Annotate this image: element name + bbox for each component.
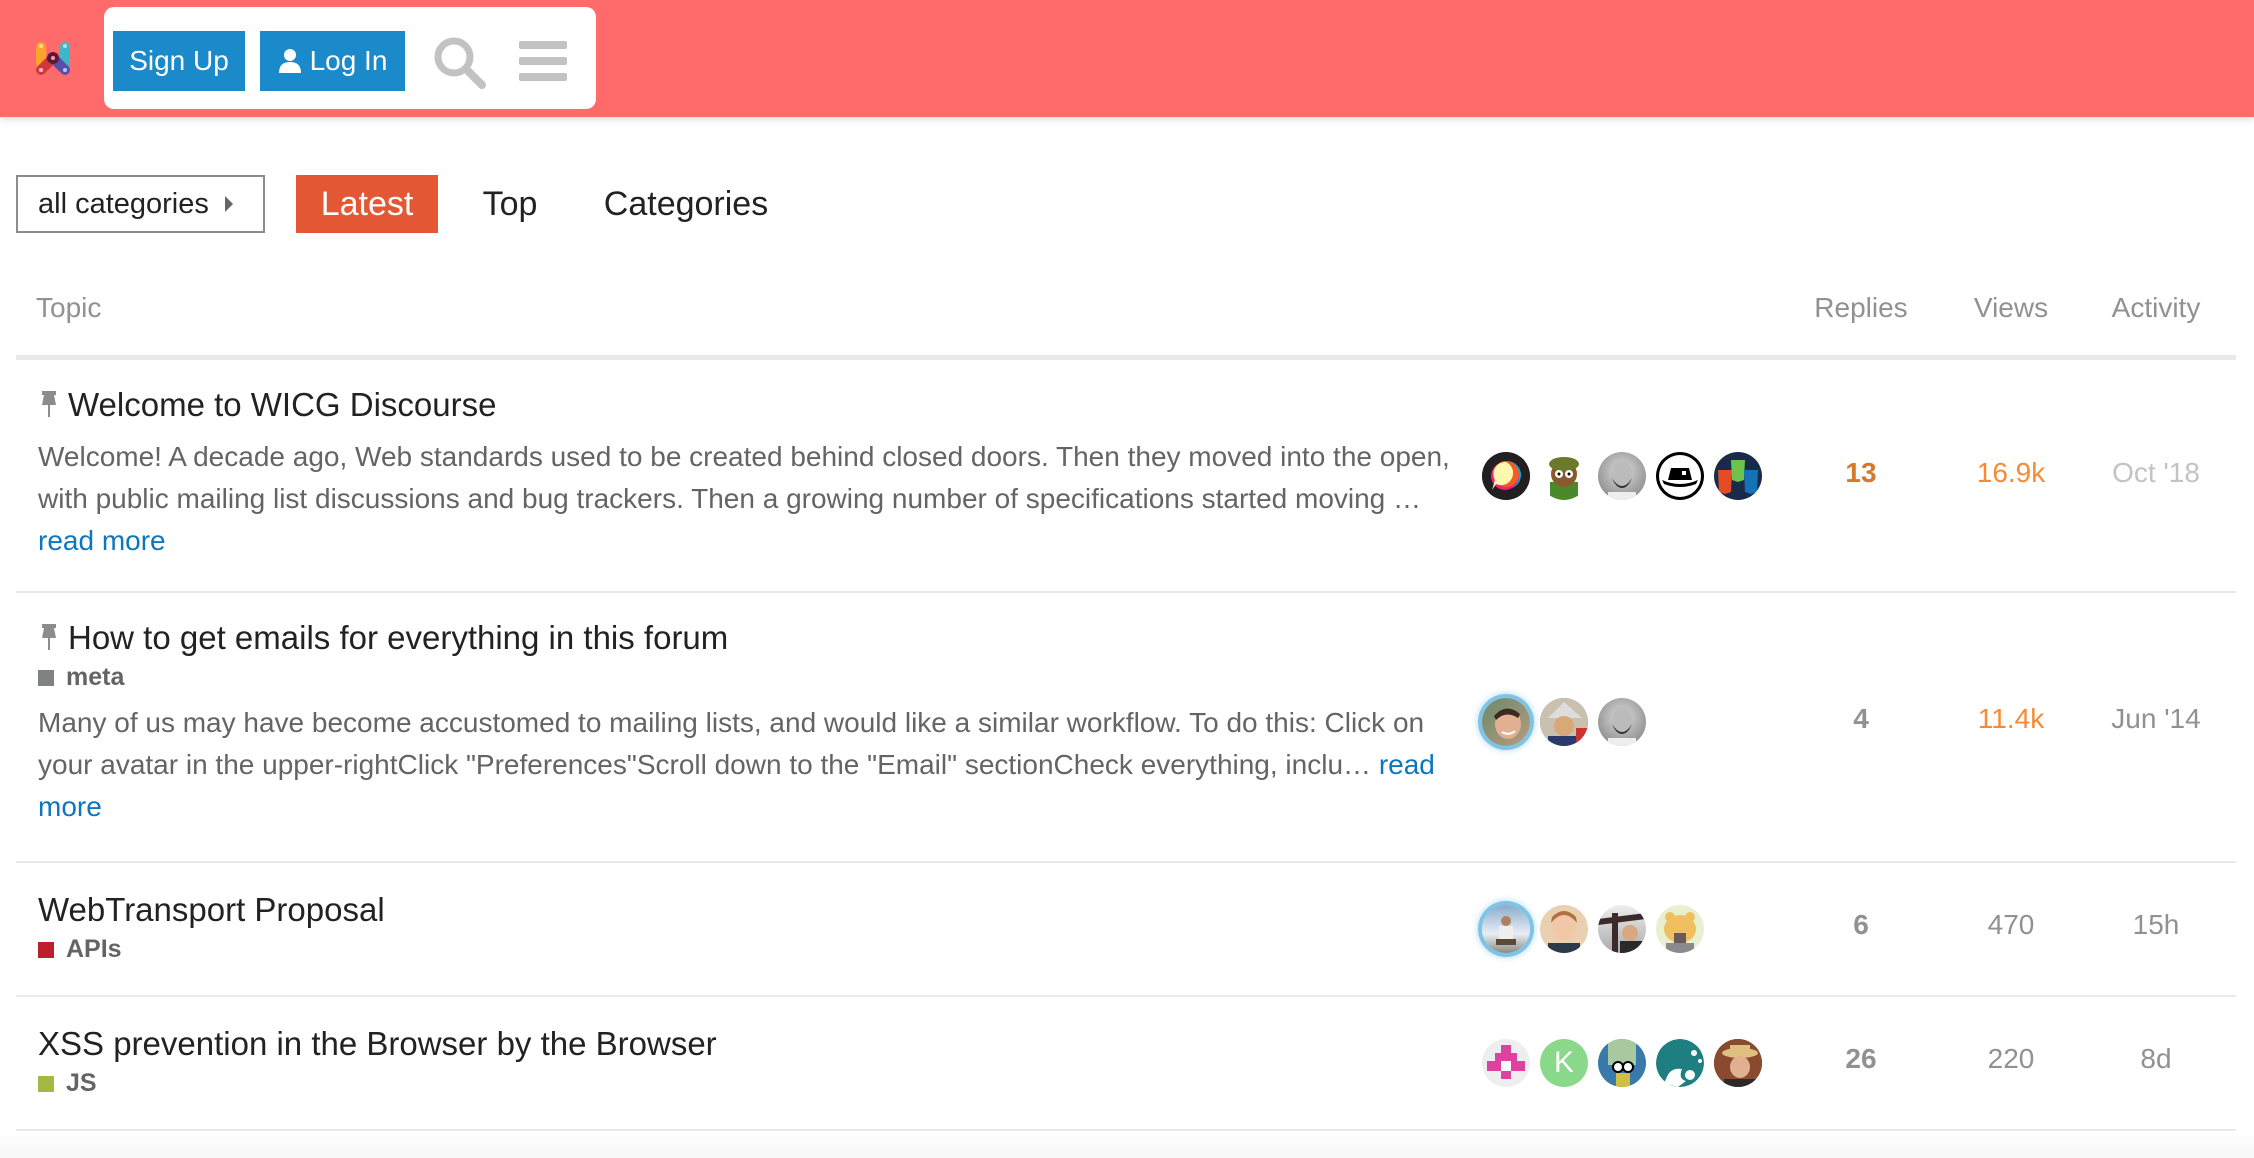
column-header-views[interactable]: Views [1970,292,2052,324]
topic-title-link[interactable]: WebTransport Proposal [38,891,385,929]
foil-hat-avatar[interactable] [1540,698,1588,746]
posters-list [1482,905,1704,953]
replies-count[interactable]: 4 [1810,703,1912,735]
replies-count[interactable]: 26 [1810,1043,1912,1075]
topic-title: XSS prevention in the Browser by the Bro… [38,1025,717,1062]
category-name: meta [66,663,125,691]
topic-title: WebTransport Proposal [38,891,385,928]
sign-up-label: Sign Up [129,45,229,76]
category-dropdown[interactable]: all categories [16,175,265,233]
hamburger-menu-icon[interactable] [519,39,567,83]
topic-row: XSS prevention in the Browser by the Bro… [16,997,2236,1131]
topic-title: Welcome to WICG Discourse [68,386,497,423]
posters-list: K [1482,1039,1762,1087]
tab-top[interactable]: Top [470,175,550,233]
hat-avatar[interactable] [1656,452,1704,500]
replies-count[interactable]: 13 [1810,457,1912,489]
topic-title-link[interactable]: How to get emails for everything in this… [38,619,1458,657]
topic-excerpt: Many of us may have become accustomed to… [38,702,1458,828]
bearded-man-avatar[interactable] [1598,452,1646,500]
loading-fade [0,1132,2254,1158]
views-count: 470 [1987,909,2035,940]
category-badge-meta[interactable]: meta [38,663,1458,692]
category-name: JS [66,1069,97,1097]
posters-list [1482,452,1762,500]
pin-icon [42,391,56,417]
read-more-link[interactable]: read more [38,525,166,556]
log-in-label: Log In [309,45,388,76]
category-name: APIs [66,935,122,963]
excerpt-text: Welcome! A decade ago, Web standards use… [38,441,1450,514]
category-badge-js[interactable]: JS [38,1069,717,1098]
column-header-topic: Topic [36,292,102,323]
sign-up-button[interactable]: Sign Up [113,31,245,91]
html-js-css-avatar[interactable] [1714,452,1762,500]
views-count: 220 [1987,1043,2035,1074]
mountain-man-avatar[interactable] [1482,905,1530,953]
discourse-logo-avatar[interactable] [1482,452,1530,500]
site-header: Sign Up Log In [0,0,2254,117]
wicg-logo[interactable] [34,40,72,78]
avatar-letter: K [1553,1046,1574,1079]
column-header-replies[interactable]: Replies [1810,292,1912,324]
column-header-activity[interactable]: Activity [2108,292,2204,324]
activity-date[interactable]: 8d [2108,1043,2204,1075]
category-color-square [38,941,54,958]
search-icon[interactable] [432,35,488,91]
category-dropdown-label: all categories [38,187,209,220]
category-color-square [38,669,54,686]
log-in-button[interactable]: Log In [260,31,405,91]
caret-right-icon [224,196,233,212]
cartoon-glasses-avatar[interactable] [1598,1039,1646,1087]
activity-date[interactable]: 15h [2108,909,2204,941]
tab-latest[interactable]: Latest [296,175,438,233]
views-count: 11.4k [1977,703,2045,734]
activity-date[interactable]: Oct '18 [2108,457,2204,489]
topic-excerpt: Welcome! A decade ago, Web standards use… [38,436,1458,562]
replies-count[interactable]: 6 [1810,909,1912,941]
excerpt-text: Many of us may have become accustomed to… [38,707,1425,780]
topic-row: WebTransport Proposal APIs 6 470 15h [16,863,2236,997]
letter-k-avatar[interactable]: K [1540,1039,1588,1087]
hat-man-avatar[interactable] [1714,1039,1762,1087]
posters-list [1482,698,1646,746]
topic-row: Welcome to WICG Discourse Welcome! A dec… [16,360,2236,593]
tab-categories[interactable]: Categories [586,175,786,233]
activity-date[interactable]: Jun '14 [2108,703,2204,735]
category-badge-apis[interactable]: APIs [38,935,385,964]
bearded-man-avatar[interactable] [1598,698,1646,746]
topic-row: How to get emails for everything in this… [16,593,2236,863]
redhead-man-avatar[interactable] [1540,905,1588,953]
category-color-square [38,1075,54,1092]
pixel-pink-avatar[interactable] [1482,1039,1530,1087]
bear-avatar[interactable] [1656,905,1704,953]
cartoon-avatar[interactable] [1540,452,1588,500]
views-count: 16.9k [1976,457,2046,488]
user-icon [278,49,301,73]
topic-title-link[interactable]: XSS prevention in the Browser by the Bro… [38,1025,717,1063]
topic-title-link[interactable]: Welcome to WICG Discourse [38,386,1458,424]
pin-icon [42,624,56,650]
topic-title: How to get emails for everything in this… [68,619,729,656]
header-panel: Sign Up Log In [104,7,596,109]
statue-man-avatar[interactable] [1598,905,1646,953]
teal-logo-avatar[interactable] [1656,1039,1704,1087]
smiling-man-avatar[interactable] [1482,698,1530,746]
